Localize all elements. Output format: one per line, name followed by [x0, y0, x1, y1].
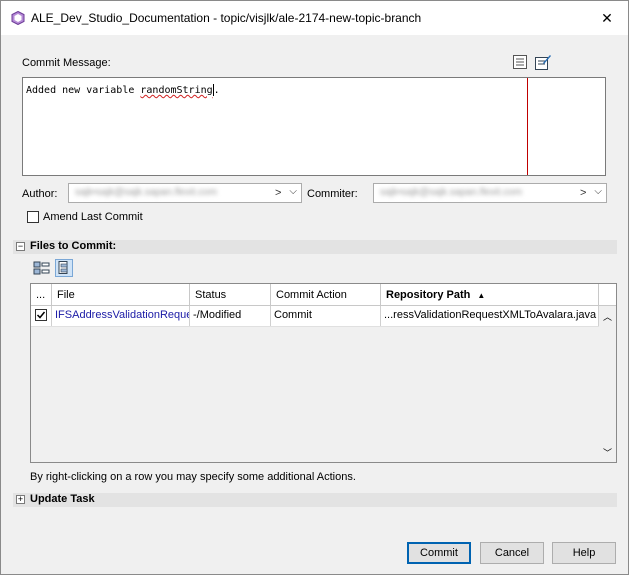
row-checkbox[interactable] [35, 309, 47, 321]
update-section-title: Update Task [30, 493, 95, 505]
collapse-icon[interactable]: − [16, 242, 25, 251]
scroll-down-icon[interactable]: ﹀ [603, 446, 612, 459]
table-hint: By right-clicking on a row you may speci… [30, 471, 356, 483]
column-header-commit-action[interactable]: Commit Action [271, 284, 381, 306]
amend-label: Amend Last Commit [43, 211, 143, 223]
status-cell: -/Modified [190, 306, 271, 326]
misspelled-word: randomString [140, 85, 213, 96]
tree-view-toggle[interactable] [55, 259, 73, 277]
author-value: sajk•sajk@sajk.sapan.flexit.com [75, 187, 218, 198]
author-suffix: > [275, 187, 282, 199]
message-template-icon[interactable] [535, 54, 552, 70]
chevron-down-icon[interactable]: ⌵ [289, 186, 297, 197]
window-title: ALE_Dev_Studio_Documentation - topic/vis… [31, 11, 422, 25]
tree-view-icon [58, 261, 68, 274]
commit-button[interactable]: Commit [407, 542, 471, 564]
scroll-up-icon[interactable]: ︿ [603, 310, 612, 323]
right-margin-line [527, 78, 528, 175]
author-label: Author: [22, 188, 58, 200]
row-select-cell [31, 306, 52, 326]
commit-message-text: Added new variable randomString. [26, 84, 220, 96]
repository-path-cell: ...ressValidationRequestXMLToAvalara.jav… [381, 306, 599, 326]
files-table: ... File Status Commit Action Repository… [30, 283, 617, 463]
amend-checkbox[interactable] [27, 211, 39, 223]
cancel-button[interactable]: Cancel [480, 542, 544, 564]
column-header-select[interactable]: ... [31, 284, 52, 306]
app-icon [11, 11, 25, 25]
column-header-file[interactable]: File [52, 284, 190, 306]
author-combobox[interactable]: sajk•sajk@sajk.sapan.flexit.com > ⌵ [68, 183, 302, 203]
header-corner [599, 284, 616, 306]
column-header-status[interactable]: Status [190, 284, 271, 306]
committer-combobox[interactable]: sajk•sajk@sajk.sapan.flexit.com > ⌵ [373, 183, 607, 203]
files-section-header[interactable]: − Files to Commit: [13, 240, 617, 254]
close-button[interactable]: ✕ [595, 7, 619, 29]
committer-suffix: > [580, 187, 587, 199]
commit-message-label: Commit Message: [22, 57, 111, 69]
commit-message-input[interactable]: Added new variable randomString. [22, 77, 606, 176]
help-button[interactable]: Help [552, 542, 616, 564]
commit-action-cell[interactable]: Commit [271, 306, 381, 326]
files-section-title: Files to Commit: [30, 240, 117, 252]
expand-icon[interactable]: + [16, 495, 25, 504]
committer-label: Commiter: [307, 188, 358, 200]
file-cell[interactable]: IFSAddressValidationRequestXMLToAvalara.… [52, 306, 190, 326]
committer-value: sajk•sajk@sajk.sapan.flexit.com [380, 187, 523, 198]
message-history-icon[interactable] [513, 55, 527, 69]
title-bar: ALE_Dev_Studio_Documentation - topic/vis… [1, 1, 628, 35]
flat-view-icon[interactable] [33, 259, 51, 277]
commit-dialog: ALE_Dev_Studio_Documentation - topic/vis… [0, 0, 629, 575]
vertical-scrollbar[interactable]: ︿ ﹀ [599, 306, 616, 462]
sort-ascending-icon: ▲ [477, 291, 486, 300]
column-header-repository-path[interactable]: Repository Path ▲ [381, 284, 599, 306]
chevron-down-icon[interactable]: ⌵ [594, 186, 602, 197]
table-row[interactable]: IFSAddressValidationRequestXMLToAvalara.… [31, 306, 599, 327]
update-section-header[interactable]: + Update Task [13, 493, 617, 507]
